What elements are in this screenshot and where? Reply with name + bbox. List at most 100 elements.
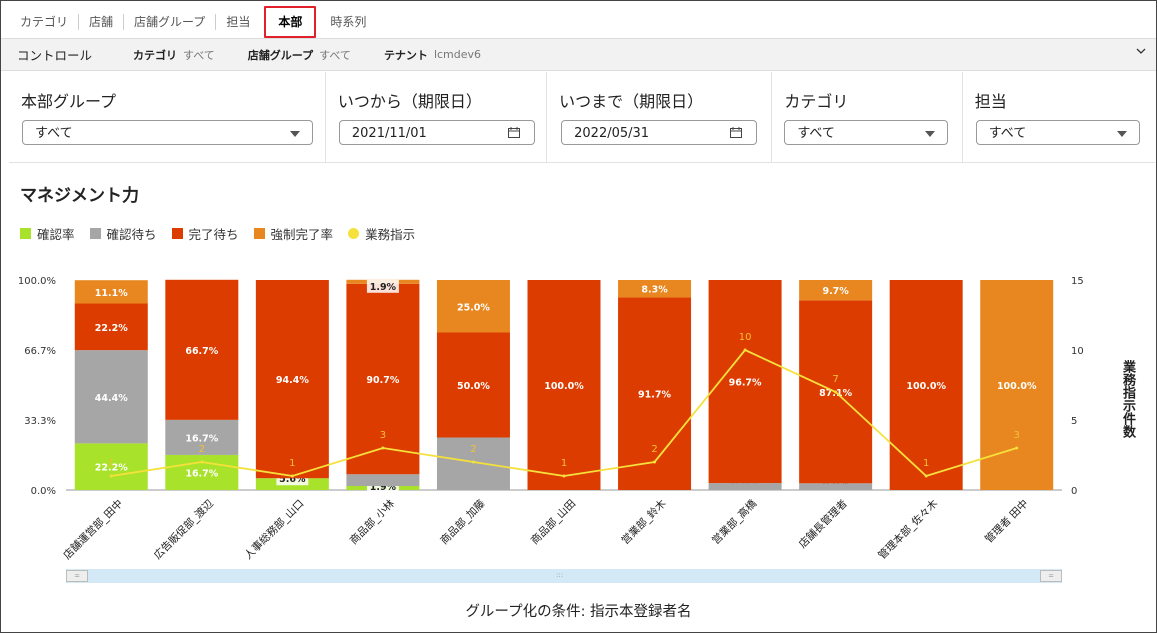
line-point — [562, 474, 566, 478]
y-tick-label: 100.0% — [18, 276, 56, 287]
tab-store[interactable]: 店舗 — [78, 14, 123, 30]
bar-data-label: 100.0% — [544, 381, 584, 392]
bar-segment — [346, 474, 420, 487]
bar-data-label: 1.9% — [370, 282, 397, 293]
line-data-label: 3 — [1014, 430, 1020, 441]
control-key-store-group: 店舗グループ — [247, 48, 314, 62]
legend-swatch — [89, 228, 101, 239]
filter-label: いつから（期限日） — [337, 92, 482, 111]
control-value-category: すべて — [183, 48, 215, 62]
chart-scrollbar[interactable]: = ::: = — [66, 569, 1062, 583]
group-by-caption: グループ化の条件: 指示本登録者名 — [465, 604, 692, 620]
bar-data-label: 44.4% — [95, 393, 128, 404]
scroll-grip-icon[interactable]: ::: — [556, 571, 563, 579]
line-data-label: 3 — [380, 430, 386, 441]
calendar-icon[interactable] — [507, 127, 520, 138]
line-data-label: 1 — [561, 458, 567, 469]
date-to-input[interactable]: 2022/05/31 — [561, 120, 758, 145]
bar-data-label: 16.7% — [185, 433, 218, 444]
input-value: 2021/11/01 — [351, 126, 427, 141]
category-label: 営業部_鈴木 — [619, 497, 669, 547]
bar-data-label: 90.7% — [366, 375, 399, 386]
tab-category[interactable]: カテゴリ — [10, 14, 78, 30]
category-label: 商品部_加藤 — [438, 497, 488, 547]
legend-label: 完了待ち — [188, 227, 239, 242]
legend-swatch — [348, 228, 360, 239]
control-value-store-group: すべて — [319, 48, 351, 62]
chart-legend: 確認率 確認待ち 完了待ち 強制完了率 業務指示 — [20, 224, 430, 243]
bar-segment — [799, 483, 873, 490]
line-point — [924, 474, 928, 478]
scroll-handle-left[interactable]: = — [66, 570, 88, 582]
filter-label: いつまで（期限日） — [559, 92, 704, 111]
line-point — [653, 460, 657, 464]
filter-label: 本部グループ — [21, 92, 117, 111]
line-data-label: 1 — [289, 458, 295, 469]
tab-bar: カテゴリ 店舗 店舗グループ 担当 本部 時系列 — [10, 6, 376, 38]
bar-data-label: 100.0% — [906, 381, 946, 392]
line-data-label: 7 — [832, 374, 838, 385]
bar-data-label: 66.7% — [185, 346, 218, 357]
select-value: すべて — [988, 126, 1027, 141]
chevron-down-icon[interactable] — [1136, 46, 1146, 56]
caret-down-icon — [925, 131, 936, 137]
filter-honbu-group: 本部グループ すべて — [9, 72, 326, 162]
category-label: 商品部_山田 — [528, 497, 578, 547]
select-value: すべて — [35, 126, 73, 141]
line-data-label: 1 — [923, 458, 929, 469]
category-label: 管理者 田中 — [982, 497, 1031, 546]
line-data-label: 2 — [651, 444, 657, 455]
legend-item[interactable]: 強制完了率 — [253, 224, 334, 243]
legend-swatch — [253, 228, 265, 239]
legend-label: 確認率 — [37, 227, 75, 242]
legend-label: 強制完了率 — [270, 227, 334, 242]
y2-tick-label: 10 — [1071, 346, 1084, 357]
bar-data-label: 8.3% — [641, 285, 668, 296]
line-point — [743, 348, 747, 352]
bar-data-label: 96.7% — [729, 378, 762, 389]
legend-swatch — [171, 228, 183, 239]
tab-timeseries[interactable]: 時系列 — [320, 14, 376, 30]
category-label: 店舗運営部_田中 — [61, 497, 126, 562]
legend-item[interactable]: 確認率 — [20, 224, 75, 243]
bar-data-label: 22.2% — [95, 323, 128, 334]
filter-tantou: 担当 すべて — [963, 72, 1155, 162]
legend-item[interactable]: 業務指示 — [348, 224, 415, 243]
bar-data-label: 9.7% — [822, 286, 849, 297]
bar-data-label: 100.0% — [997, 381, 1037, 392]
legend-item[interactable]: 完了待ち — [171, 224, 239, 243]
date-from-input[interactable]: 2021/11/01 — [338, 120, 535, 145]
input-value: 2022/05/31 — [574, 126, 650, 141]
legend-swatch — [20, 228, 31, 239]
tantou-select[interactable]: すべて — [975, 120, 1140, 145]
calendar-icon[interactable] — [730, 127, 743, 138]
line-point — [109, 474, 113, 478]
category-select[interactable]: すべて — [784, 120, 949, 145]
caret-down-icon — [1116, 131, 1127, 137]
y2-axis-label: 業務指示件数 — [1120, 360, 1135, 438]
control-key-tenant: テナント — [383, 48, 428, 62]
y2-tick-label: 5 — [1071, 416, 1077, 427]
filter-date-to: いつまで（期限日） 2022/05/31 — [547, 72, 773, 162]
control-bar-title: コントロール — [17, 48, 93, 63]
bar-data-label: 94.4% — [276, 375, 309, 386]
tab-tantou[interactable]: 担当 — [215, 14, 260, 30]
legend-item[interactable]: 確認待ち — [89, 224, 157, 243]
scroll-handle-right[interactable]: = — [1040, 570, 1062, 582]
filter-label: カテゴリ — [784, 92, 849, 111]
honbu-group-select[interactable]: すべて — [22, 120, 313, 145]
y-tick-label: 66.7% — [24, 346, 56, 357]
line-data-label: 10 — [739, 332, 752, 343]
tab-store-group[interactable]: 店舗グループ — [123, 14, 215, 30]
stacked-bar-chart: 0.0%33.3%66.7%100.0%05101522.2%44.4%22.2… — [18, 276, 1084, 562]
line-point — [471, 460, 475, 464]
select-value: すべて — [797, 126, 835, 141]
control-bar[interactable]: コントロール カテゴリ すべて 店舗グループ すべて テナント lcmdev6 — [1, 38, 1156, 71]
control-key-category: カテゴリ — [133, 48, 177, 62]
line-point — [381, 446, 385, 450]
bar-data-label: 91.7% — [638, 390, 671, 401]
line-point — [834, 390, 838, 394]
tab-honbu[interactable]: 本部 — [264, 6, 317, 38]
category-label: 人事総務部_山口 — [242, 497, 307, 562]
filter-date-from: いつから（期限日） 2021/11/01 — [326, 72, 548, 162]
